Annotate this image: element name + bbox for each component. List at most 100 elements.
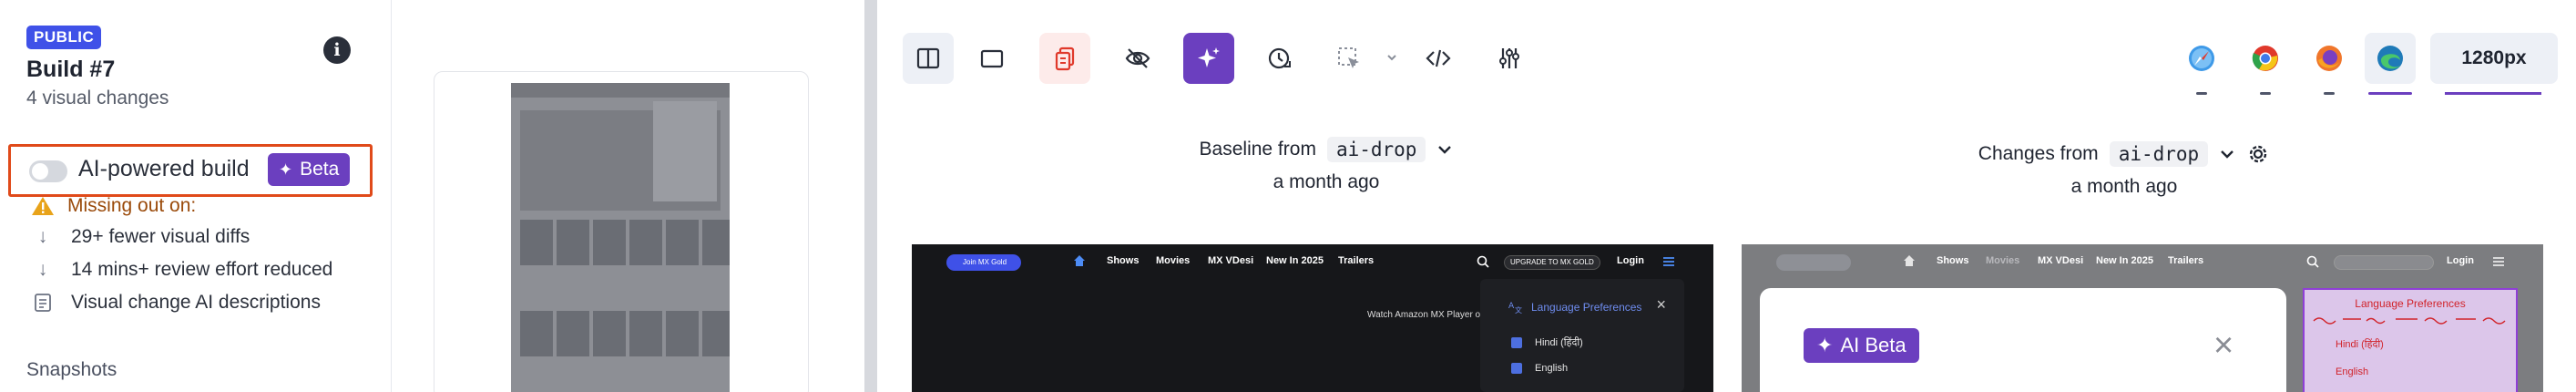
search-icon — [1477, 255, 1489, 268]
changes-branch: ai-drop — [2109, 141, 2209, 167]
chrome-icon — [2252, 46, 2278, 71]
ai-beta-label: AI Beta — [1840, 334, 1906, 356]
sparkle-icon: ✦ — [1816, 334, 1834, 356]
edge-icon — [2377, 46, 2403, 71]
changes-prefix: Changes from — [1978, 143, 2099, 164]
build-title: Build #7 — [26, 57, 116, 82]
site-nav: Join MX Gold Shows Movies MX VDesi New I… — [912, 244, 1713, 281]
browser-indicator — [2324, 92, 2335, 95]
browser-chrome[interactable] — [2240, 33, 2291, 95]
home-icon — [1074, 255, 1085, 266]
language-option: Hindi (हिंदी) — [1511, 335, 1583, 349]
nav-item: New In 2025 — [1266, 255, 1324, 266]
region-select-button[interactable] — [1324, 33, 1375, 84]
resolution-selector[interactable]: 1280px — [2430, 33, 2558, 95]
browser-edge[interactable] — [2365, 33, 2416, 95]
chevron-down-icon[interactable] — [1436, 141, 1453, 158]
single-view-button[interactable] — [966, 33, 1017, 84]
settings-sliders-icon — [1499, 48, 1519, 68]
close-icon[interactable]: × — [2213, 328, 2234, 363]
checkbox-icon — [1511, 363, 1522, 374]
document-icon — [35, 294, 51, 312]
comparison-area: 1280px Baseline from ai-drop a month ago… — [877, 0, 2576, 392]
checkbox-icon — [1511, 336, 1522, 348]
split-view-icon — [916, 47, 940, 69]
beta-label: Beta — [300, 159, 340, 180]
chevron-down-icon[interactable] — [2219, 146, 2235, 162]
search-icon — [2306, 255, 2319, 268]
ai-build-label: AI-powered build — [78, 156, 250, 181]
split-view-button[interactable] — [903, 33, 954, 84]
copy-diff-icon — [1055, 46, 1075, 71]
browser-safari[interactable] — [2176, 33, 2227, 95]
baseline-screenshot[interactable]: Join MX Gold Shows Movies MX VDesi New I… — [912, 244, 1713, 392]
login-link: Login — [2447, 255, 2474, 266]
site-logo-pill — [1776, 254, 1851, 271]
arrow-down-icon: ↓ — [37, 226, 48, 247]
ai-build-toggle[interactable] — [29, 160, 67, 182]
nav-item: MX VDesi — [2038, 255, 2084, 266]
gear-icon[interactable] — [2246, 142, 2270, 166]
diff-panel-title: Language Preferences — [2355, 297, 2466, 310]
nav-item: Trailers — [1338, 255, 1375, 266]
ai-sparkle-button[interactable] — [1183, 33, 1234, 84]
firefox-icon — [2316, 46, 2342, 71]
changes-header: Changes from ai-drop a month ago — [1973, 141, 2275, 198]
diff-option-label: Hindi (हिंदी) — [2336, 339, 2384, 350]
chevron-down-icon[interactable] — [1385, 51, 1398, 64]
login-link: Login — [1617, 255, 1644, 266]
site-logo-pill: Join MX Gold — [946, 254, 1021, 271]
safari-icon — [2189, 46, 2214, 71]
nav-item: Trailers — [2168, 255, 2204, 266]
browser-indicator — [2368, 92, 2412, 95]
ai-powered-build-row: AI-powered build ✦ Beta — [8, 144, 373, 197]
language-option-label: English — [1535, 363, 1569, 374]
svg-text:A: A — [1508, 302, 1515, 311]
toggle-knob — [32, 163, 48, 180]
benefit-item: ↓ 29+ fewer visual diffs — [33, 226, 250, 248]
resolution-indicator — [2445, 92, 2541, 95]
benefit-item: ↓ 14 mins+ review effort reduced — [33, 259, 333, 281]
nav-item: Movies — [1986, 255, 2020, 266]
warning-icon — [32, 197, 54, 215]
code-button[interactable] — [1413, 33, 1464, 84]
beta-button[interactable]: ✦ Beta — [268, 153, 351, 186]
copy-diff-button[interactable] — [1039, 33, 1090, 84]
menu-icon — [1663, 257, 1674, 266]
changes-screenshot[interactable]: Shows Movies MX VDesi New In 2025 Traile… — [1742, 244, 2543, 392]
upgrade-pill: UPGRADE TO MX GOLD — [1504, 255, 1600, 270]
sparkle-icon: ✦ — [279, 160, 293, 179]
info-icon[interactable]: i — [323, 36, 351, 64]
nav-item: New In 2025 — [2096, 255, 2153, 266]
home-icon — [1904, 255, 1915, 266]
settings-button[interactable] — [1484, 33, 1535, 84]
ai-sparkle-icon — [1198, 47, 1220, 67]
hide-button[interactable] — [1112, 33, 1163, 84]
snapshot-thumbnail-card[interactable] — [434, 71, 809, 392]
build-sidebar: PUBLIC Build #7 4 visual changes i AI-po… — [0, 0, 392, 392]
snapshot-thumbnail-column — [393, 0, 864, 392]
nav-item: MX VDesi — [1208, 255, 1254, 266]
arrow-down-icon: ↓ — [37, 259, 48, 280]
upgrade-pill — [2334, 255, 2434, 270]
missing-out-label: Missing out on: — [67, 195, 197, 216]
browser-firefox[interactable] — [2304, 33, 2355, 95]
resolution-label: 1280px — [2461, 47, 2527, 68]
benefit-text: Visual change AI descriptions — [71, 292, 321, 313]
diff-highlight-region[interactable]: Language Preferences Hindi (हिंदी) Engli… — [2303, 288, 2518, 392]
snapshot-thumbnail-image — [511, 83, 730, 392]
region-select-icon — [1338, 47, 1359, 68]
diff-script-strokes — [2313, 317, 2506, 325]
ai-beta-badge: ✦ AI Beta — [1804, 328, 1919, 363]
diff-option-label: English — [2336, 366, 2369, 377]
promo-text: Watch Amazon MX Player on — [1367, 310, 1486, 320]
benefit-item: Visual change AI descriptions — [33, 292, 321, 314]
missing-out-row: Missing out on: — [31, 195, 196, 217]
browser-indicator — [2260, 92, 2271, 95]
build-subtitle: 4 visual changes — [26, 88, 169, 108]
history-button[interactable] — [1254, 33, 1305, 84]
baseline-time: a month ago — [1273, 171, 1380, 192]
nav-item: Movies — [1156, 255, 1191, 266]
pane-resize-handle[interactable] — [864, 0, 877, 392]
app-root: PUBLIC Build #7 4 visual changes i AI-po… — [0, 0, 2576, 392]
